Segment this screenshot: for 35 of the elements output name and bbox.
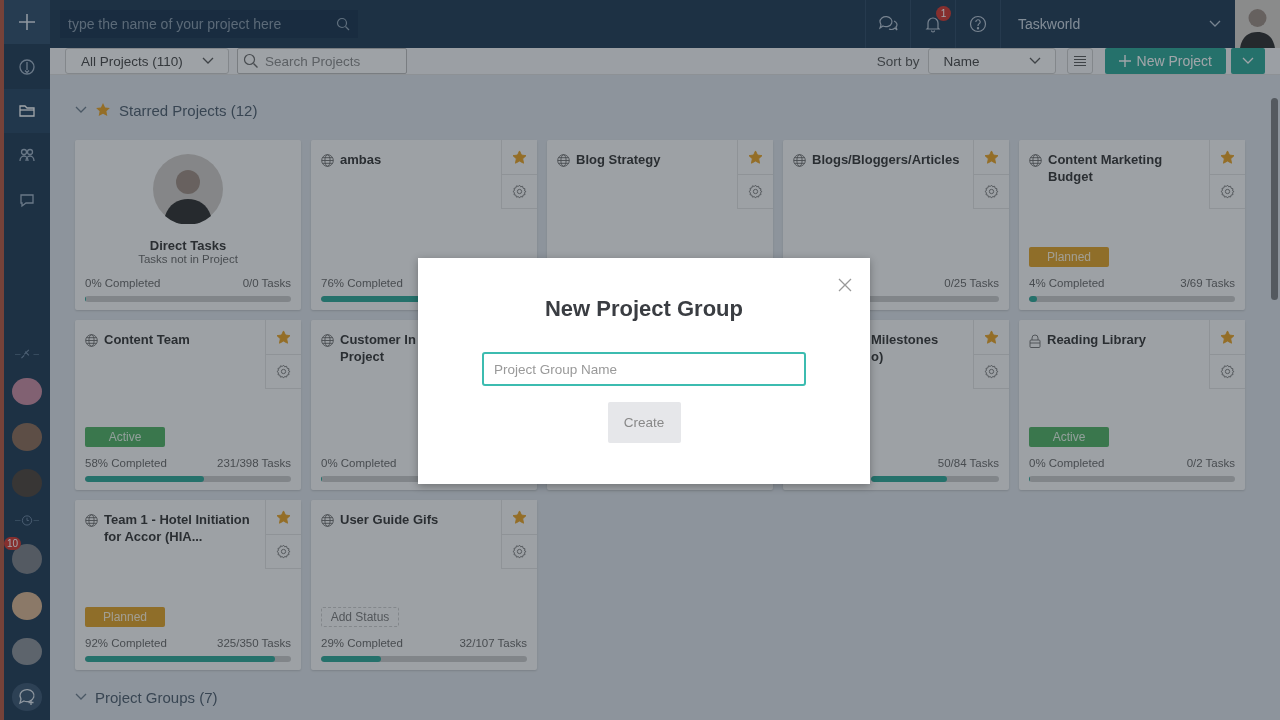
card-title: Reading Library bbox=[1047, 332, 1146, 347]
sort-label: Sort by bbox=[876, 53, 920, 69]
card-title: Content Marketing bbox=[1048, 152, 1163, 167]
notification-badge: 10 bbox=[4, 536, 22, 550]
task-count: 0/0 Tasks bbox=[242, 277, 291, 291]
card-title: o) bbox=[871, 349, 885, 364]
card-title: ambas bbox=[340, 152, 382, 167]
card-title: Milestones bbox=[871, 332, 939, 347]
card-title: Team 1 - Hotel Initiation bbox=[104, 512, 250, 527]
card-title: Direct Tasks bbox=[149, 238, 227, 253]
task-count: 50/84 Tasks bbox=[937, 457, 999, 471]
completion-text: 0% Completed bbox=[321, 457, 397, 471]
card-title: Content Team bbox=[104, 332, 190, 347]
task-count: 32/107 Tasks bbox=[459, 637, 527, 651]
task-count: 231/398 Tasks bbox=[217, 457, 291, 471]
task-count: 3/69 Tasks bbox=[1180, 277, 1235, 291]
card-title: Budget bbox=[1048, 169, 1094, 184]
card-title: for Accor (HIA... bbox=[104, 529, 204, 544]
notification-badge: 1 bbox=[936, 6, 951, 21]
task-count: 325/350 Tasks bbox=[217, 637, 291, 651]
completion-text: 76% Completed bbox=[321, 277, 403, 291]
card-title: User Guide Gifs bbox=[340, 512, 439, 527]
completion-text: 58% Completed bbox=[85, 457, 167, 471]
card-title: Customer In bbox=[340, 332, 416, 347]
completion-text: 92% Completed bbox=[85, 637, 167, 651]
card-title: Blogs/Bloggers/Articles bbox=[812, 152, 960, 167]
completion-text: 0% Completed bbox=[1029, 457, 1105, 471]
task-count: 0/25 Tasks bbox=[944, 277, 999, 291]
completion-text: 4% Completed bbox=[1029, 277, 1105, 291]
card-subtitle: Tasks not in Project bbox=[138, 253, 238, 265]
card-title: Project bbox=[340, 349, 386, 364]
card-title: Blog Strategy bbox=[576, 152, 661, 167]
completion-text: 0% Completed bbox=[85, 277, 161, 291]
completion-text: 29% Completed bbox=[321, 637, 403, 651]
task-count: 0/2 Tasks bbox=[1186, 457, 1235, 471]
